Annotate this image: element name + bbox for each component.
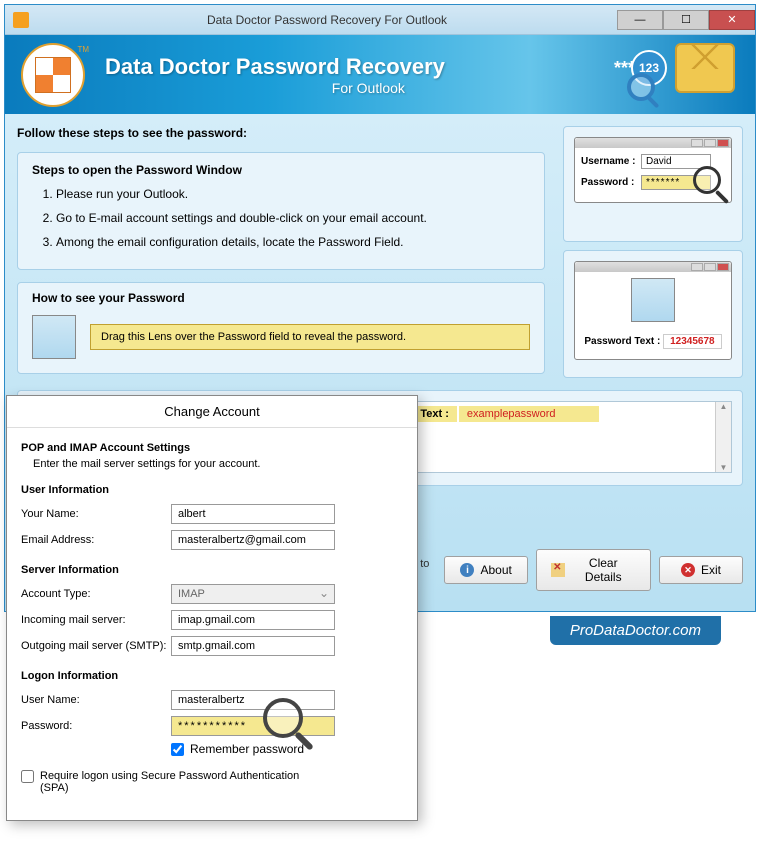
clear-icon: [551, 563, 564, 577]
input-username[interactable]: [171, 690, 335, 710]
input-incoming[interactable]: [171, 610, 335, 630]
app-icon: [13, 12, 29, 28]
envelope-icon: [675, 43, 735, 93]
header-banner: TM Data Doctor Password Recovery For Out…: [5, 35, 755, 114]
howto-box: How to see your Password Drag this Lens …: [17, 282, 545, 374]
label-your-name: Your Name:: [21, 508, 171, 520]
follow-steps-heading: Follow these steps to see the password:: [17, 126, 545, 140]
lens-icon: [631, 278, 675, 322]
titlebar: Data Doctor Password Recovery For Outloo…: [5, 5, 755, 35]
steps-title: Steps to open the Password Window: [32, 163, 530, 177]
minimize-button[interactable]: —: [617, 10, 663, 30]
dialog-title: Change Account: [7, 396, 417, 428]
label-incoming: Incoming mail server:: [21, 614, 171, 626]
exit-button[interactable]: ✕Exit: [659, 556, 743, 584]
illus-username-label: Username :: [581, 156, 641, 167]
clear-details-button[interactable]: Clear Details: [536, 549, 651, 591]
howto-title: How to see your Password: [32, 291, 530, 305]
magnifier-overlay-icon: [693, 166, 721, 194]
app-title: Data Doctor Password Recovery: [105, 54, 445, 80]
label-spa: Require logon using Secure Password Auth…: [40, 770, 320, 794]
illustration-login: Username :David Password :*******: [563, 126, 743, 242]
magnifier-lens-icon[interactable]: [263, 698, 303, 738]
info-icon: i: [460, 563, 474, 577]
header-graphic: *** 123: [614, 43, 735, 93]
illustration-result: Password Text : 12345678: [563, 250, 743, 378]
steps-box: Steps to open the Password Window Please…: [17, 152, 545, 270]
step-1: Please run your Outlook.: [56, 187, 530, 201]
input-email[interactable]: [171, 530, 335, 550]
checkbox-spa[interactable]: [21, 770, 34, 783]
result-scrollbar[interactable]: [715, 402, 731, 472]
maximize-button[interactable]: ☐: [663, 10, 709, 30]
result-value: examplepassword: [459, 406, 599, 422]
app-subtitle: For Outlook: [105, 80, 405, 96]
input-outgoing[interactable]: [171, 636, 335, 656]
exit-icon: ✕: [681, 563, 695, 577]
input-your-name[interactable]: [171, 504, 335, 524]
input-password[interactable]: [171, 716, 335, 736]
magnifier-icon: [627, 73, 655, 101]
change-account-dialog: Change Account POP and IMAP Account Sett…: [6, 395, 418, 821]
label-password: Password:: [21, 720, 171, 732]
step-3: Among the email configuration details, l…: [56, 235, 530, 249]
footer-url: ProDataDoctor.com: [550, 616, 721, 645]
dialog-heading: POP and IMAP Account Settings: [21, 442, 403, 454]
section-user-info: User Information: [21, 484, 403, 496]
lens-draggable[interactable]: [32, 315, 76, 359]
close-button[interactable]: ✕: [709, 10, 755, 30]
about-button[interactable]: iAbout: [444, 556, 528, 584]
label-remember: Remember password: [190, 742, 304, 756]
illus-password-label: Password :: [581, 177, 641, 188]
dialog-subheading: Enter the mail server settings for your …: [33, 458, 403, 470]
step-2: Go to E-mail account settings and double…: [56, 211, 530, 225]
illus-pwdtext-label: Password Text :: [584, 336, 660, 347]
logo-icon: TM: [21, 43, 85, 107]
drag-instruction: Drag this Lens over the Password field t…: [90, 324, 530, 350]
window-title: Data Doctor Password Recovery For Outloo…: [37, 13, 617, 27]
illus-pwdtext-value: 12345678: [663, 334, 722, 349]
label-username: User Name:: [21, 694, 171, 706]
label-email: Email Address:: [21, 534, 171, 546]
label-outgoing: Outgoing mail server (SMTP):: [21, 640, 171, 652]
section-server-info: Server Information: [21, 564, 403, 576]
checkbox-remember[interactable]: [171, 743, 184, 756]
section-logon-info: Logon Information: [21, 670, 403, 682]
select-account-type[interactable]: [171, 584, 335, 604]
label-account-type: Account Type:: [21, 588, 171, 600]
